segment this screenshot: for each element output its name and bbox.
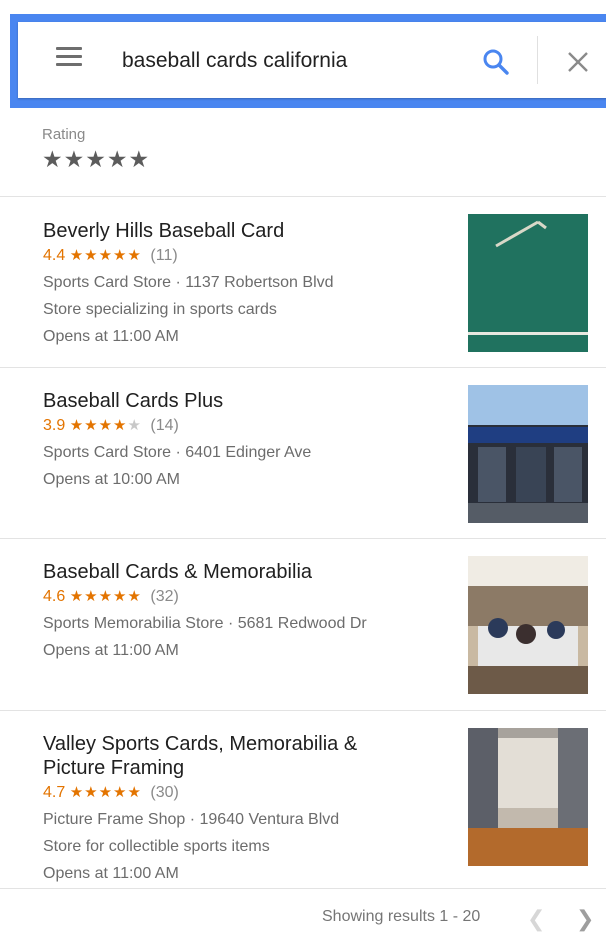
result-thumbnail[interactable] [468,214,588,352]
result-name[interactable]: Baseball Cards Plus [43,389,311,413]
top-bar [0,0,606,112]
rating-stars: ★★★★★ [69,784,142,801]
rating-stars: ★★★★★ [69,588,142,605]
result-hours: Opens at 11:00 AM [43,328,179,345]
result-rating: 4.7 ★★★★★ (30) [43,783,357,803]
rating-filter-label: Rating [42,126,86,143]
result-category-address: Sports Memorabilia Store · 5681 Redwood … [43,615,367,632]
results-footer: Showing results 1 - 20 ❮ ❯ [0,888,606,932]
result-thumbnail[interactable] [468,385,588,523]
result-thumbnail[interactable] [468,556,588,694]
result-category-address: Sports Card Store · 1137 Robertson Blvd [43,274,334,291]
result-item[interactable]: Baseball Cards & Memorabilia 4.6 ★★★★★ (… [0,538,606,711]
result-name[interactable]: Baseball Cards & Memorabilia [43,560,367,584]
review-count: (11) [150,247,178,264]
search-box [18,22,606,98]
review-count: (30) [150,784,179,801]
rating-filter[interactable]: Rating ★★★★★ [42,126,150,172]
result-category-address: Sports Card Store · 6401 Edinger Ave [43,444,312,461]
rating-value: 4.7 [43,784,66,801]
results-count-text: Showing results 1 - 20 [322,908,481,925]
result-details: Baseball Cards & Memorabilia 4.6 ★★★★★ (… [43,560,367,661]
close-icon[interactable] [566,50,590,74]
result-rating: 4.6 ★★★★★ (32) [43,587,367,607]
result-details: Baseball Cards Plus 3.9 ★★★★★ (14) Sport… [43,389,311,490]
result-details: Beverly Hills Baseball Card 4.4 ★★★★★ (1… [43,219,334,347]
search-divider [537,36,538,84]
search-bar-frame [10,14,606,108]
result-item[interactable]: Beverly Hills Baseball Card 4.4 ★★★★★ (1… [0,196,606,368]
result-rating: 3.9 ★★★★★ (14) [43,416,311,436]
hamburger-menu-icon[interactable] [56,47,82,69]
result-name[interactable]: Beverly Hills Baseball Card [43,219,334,243]
rating-value: 4.6 [43,588,66,605]
review-count: (32) [150,588,179,605]
review-count: (14) [150,417,179,434]
search-icon[interactable] [481,47,511,77]
result-description: Store for collectible sports items [43,838,270,855]
result-item[interactable]: Valley Sports Cards, Memorabilia & Pictu… [0,710,606,889]
result-name[interactable]: Valley Sports Cards, Memorabilia & Pictu… [43,732,357,780]
rating-filter-stars[interactable]: ★★★★★ [42,146,150,172]
result-thumbnail[interactable] [468,728,588,866]
rating-value: 4.4 [43,247,66,264]
rating-value: 3.9 [43,417,66,434]
result-hours: Opens at 11:00 AM [43,642,179,659]
search-input[interactable] [122,44,452,78]
rating-stars: ★★★★★ [69,417,142,434]
result-rating: 4.4 ★★★★★ (11) [43,246,334,266]
result-category-address: Picture Frame Shop · 19640 Ventura Blvd [43,811,340,828]
result-hours: Opens at 10:00 AM [43,471,180,488]
result-description: Store specializing in sports cards [43,301,277,318]
result-item[interactable]: Baseball Cards Plus 3.9 ★★★★★ (14) Sport… [0,367,606,539]
rating-stars: ★★★★★ [69,247,142,264]
chevron-left-icon[interactable]: ❮ [527,906,545,932]
chevron-right-icon[interactable]: ❯ [576,906,594,932]
result-details: Valley Sports Cards, Memorabilia & Pictu… [43,732,357,884]
result-hours: Opens at 11:00 AM [43,865,179,882]
